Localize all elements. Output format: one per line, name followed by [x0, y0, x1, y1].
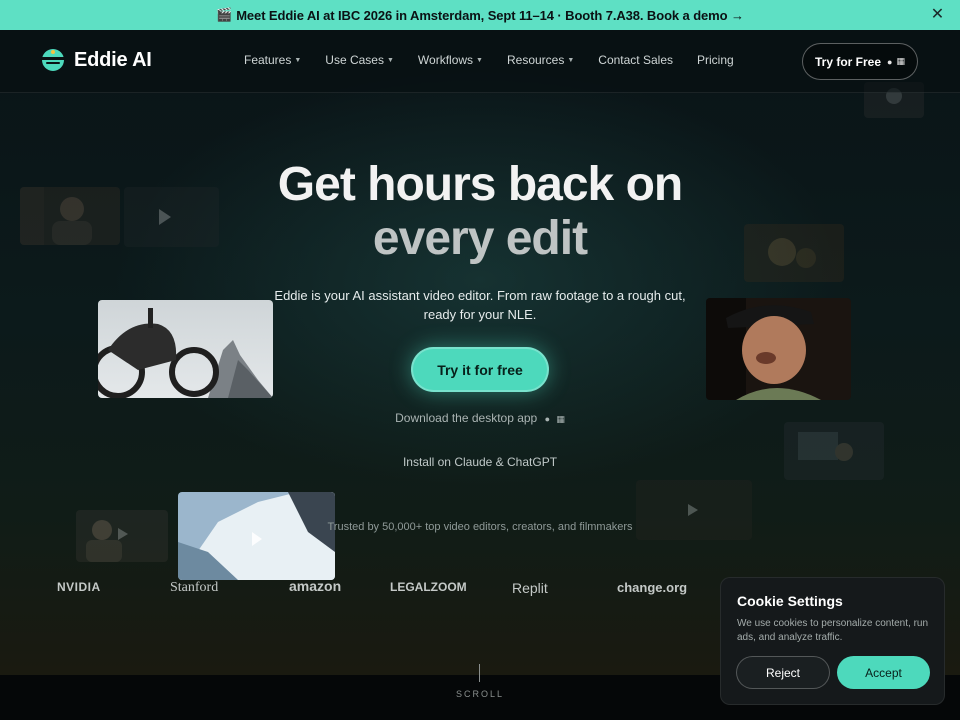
- nav-item-label: Use Cases: [325, 53, 384, 67]
- brand-logo-stanford: Stanford: [170, 580, 219, 595]
- nav-item-label: Features: [244, 53, 292, 67]
- try-it-for-free-button[interactable]: Try it for free: [411, 347, 549, 392]
- cookie-settings-dialog: Cookie Settings We use cookies to person…: [720, 577, 945, 705]
- eddie-logo-icon: [42, 49, 64, 71]
- nav-item-pricing[interactable]: Pricing: [697, 53, 734, 67]
- hero-headline: Get hours back on every edit: [180, 158, 780, 266]
- brand-logo-replit: Replit: [512, 580, 548, 596]
- chevron-down-icon: ▼: [386, 56, 394, 64]
- brand-name: Eddie AI: [74, 48, 152, 71]
- try-for-free-button[interactable]: Try for Free ● ▦: [802, 43, 918, 80]
- snow-ridge-thumbnail: [178, 492, 335, 580]
- chevron-down-icon: ▼: [567, 56, 575, 64]
- scroll-label[interactable]: SCROLL: [440, 689, 520, 699]
- background-video-thumbnail: [784, 422, 884, 480]
- man-cap-thumbnail: [706, 298, 851, 400]
- brand-logos: NVIDIA Stanford amazon LEGALZOOM Replit …: [0, 578, 720, 604]
- nav-item-label: Resources: [506, 53, 565, 67]
- brand-logo-nvidia: NVIDIA: [57, 580, 101, 594]
- announcement-bar[interactable]: 🎬 Meet Eddie AI at IBC 2026 in Amsterdam…: [0, 0, 960, 30]
- hero-subtext: Eddie is your AI assistant video editor.…: [274, 288, 686, 322]
- chevron-down-icon: ▼: [476, 56, 483, 64]
- nav-item-use-cases[interactable]: Use Cases ▼: [325, 53, 394, 67]
- bike-mountain-thumbnail: [98, 300, 273, 398]
- windows-icon: ▦: [556, 414, 565, 424]
- close-icon[interactable]: ✕: [931, 6, 944, 24]
- reject-button[interactable]: Reject: [736, 656, 830, 689]
- background-video-thumbnail: [20, 187, 120, 245]
- nav-item-features[interactable]: Features ▼: [244, 53, 301, 67]
- nav-item-label: Workflows: [417, 53, 474, 67]
- announcement-text[interactable]: Meet Eddie AI at IBC 2026 in Amsterdam, …: [236, 8, 744, 23]
- scroll-indicator-line: [479, 664, 480, 682]
- headline-line-2: every edit: [372, 212, 588, 265]
- apple-icon: ●: [544, 414, 551, 424]
- main-menu: Features ▼ Use Cases ▼ Workflows ▼ Resource…: [244, 53, 734, 67]
- download-label: Download the desktop app: [395, 411, 538, 425]
- install-link[interactable]: Install on Claude & ChatGPT: [330, 455, 630, 469]
- accept-button[interactable]: Accept: [837, 656, 930, 689]
- windows-icon: ▦: [896, 56, 905, 66]
- download-desktop-link[interactable]: Download the desktop app ● ▦: [330, 411, 630, 425]
- cookie-description: We use cookies to personalize content, r…: [737, 618, 929, 643]
- headline-line-1: Get hours back on: [277, 158, 683, 211]
- background-video-thumbnail: [76, 510, 168, 562]
- nav-item-contact-sales[interactable]: Contact Sales: [598, 53, 673, 67]
- cta-label: Try for Free: [815, 54, 882, 69]
- nav-item-label: Pricing: [697, 53, 734, 67]
- clapperboard-icon: 🎬: [216, 7, 233, 22]
- nav-item-label: Contact Sales: [598, 53, 673, 67]
- trusted-by-text: Trusted by 50,000+ top video editors, cr…: [327, 521, 633, 533]
- brand-logo-legalzoom: LEGALZOOM: [390, 580, 467, 594]
- apple-icon: ●: [887, 56, 893, 67]
- brand-logo-amazon: amazon: [289, 578, 342, 594]
- brand-logo[interactable]: Eddie AI: [40, 47, 152, 73]
- cookie-title: Cookie Settings: [737, 593, 843, 609]
- chevron-down-icon: ▼: [294, 56, 302, 64]
- nav-item-workflows[interactable]: Workflows ▼: [418, 53, 483, 67]
- brand-logo-change-org: change.org: [617, 580, 688, 595]
- nav-item-resources[interactable]: Resources ▼: [507, 53, 574, 67]
